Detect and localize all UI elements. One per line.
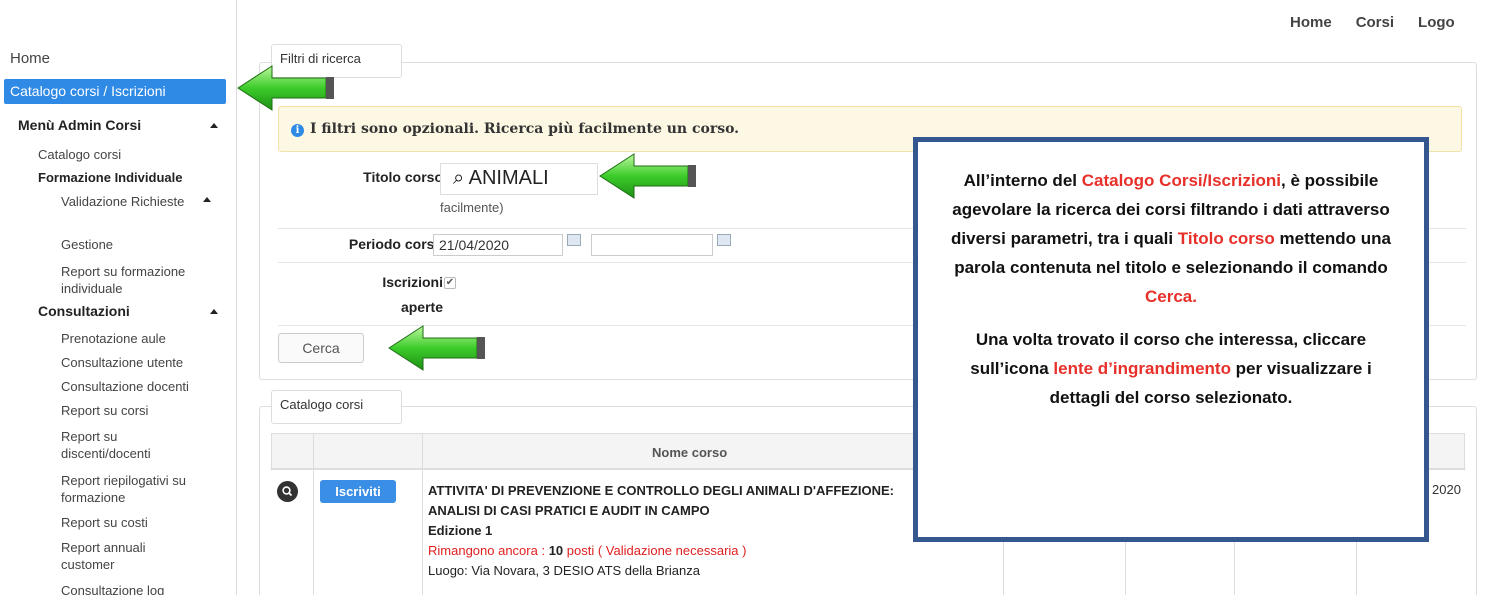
periodo-from-input[interactable]: 21/04/2020 <box>433 234 563 256</box>
sidebar-item-prenotazione[interactable]: Prenotazione aule <box>61 330 166 347</box>
sidebar-item-report-discenti[interactable]: Report su discenti/docenti <box>61 428 191 462</box>
callout-highlight: Catalogo Corsi/Iscrizioni <box>1081 171 1282 190</box>
nav-logout-link[interactable]: Logo <box>1418 14 1455 31</box>
callout-highlight: lente d’ingrandimento <box>1053 359 1231 378</box>
iscriviti-button[interactable]: Iscriviti <box>320 480 396 503</box>
sidebar-sub-consultazioni[interactable]: Consultazioni <box>38 303 218 319</box>
caret-up-icon <box>210 123 218 128</box>
caret-up-icon <box>210 309 218 314</box>
magnifier-icon[interactable] <box>277 481 298 502</box>
calendar-icon[interactable] <box>567 234 581 246</box>
caret-up-icon <box>203 197 211 202</box>
nav-corsi-link[interactable]: Corsi <box>1356 14 1394 31</box>
titolo-input[interactable]: ⌕ ANIMALI <box>440 163 598 195</box>
table-column-divider <box>313 433 314 595</box>
seats-count: 10 <box>548 543 564 558</box>
nav-home-link[interactable]: Home <box>1290 14 1332 31</box>
sidebar-item-consultazione-utente[interactable]: Consultazione utente <box>61 354 183 371</box>
iscrizioni-checkbox[interactable]: ✔ <box>444 277 456 289</box>
course-seats: Rimangono ancora : 10 posti ( Validazion… <box>428 541 908 561</box>
sidebar-item-home[interactable]: Home <box>10 50 50 67</box>
sidebar-item-report-formazione[interactable]: Report su formazione individuale <box>61 263 221 297</box>
course-edition: Edizione 1 <box>428 523 493 538</box>
sidebar-item-gestione[interactable]: Gestione <box>61 236 113 253</box>
callout-paragraph-1: All’interno del Catalogo Corsi/Iscrizion… <box>938 166 1404 311</box>
green-arrow-icon <box>599 153 696 199</box>
column-header-nome-corso[interactable]: Nome corso <box>652 445 727 460</box>
sidebar: Home Catalogo corsi / Iscrizioni Menù Ad… <box>0 0 237 595</box>
sidebar-group-label: Menù Admin Corsi <box>18 117 142 133</box>
sidebar-item-report-costi[interactable]: Report su costi <box>61 514 148 531</box>
sidebar-group-admin[interactable]: Menù Admin Corsi <box>18 117 218 133</box>
table-column-divider <box>422 433 423 595</box>
sidebar-item-consultazione-docenti[interactable]: Consultazione docenti <box>61 378 189 395</box>
sidebar-sub-label: Consultazioni <box>38 303 130 319</box>
alert-text: I filtri sono opzionali. Ricerca più fac… <box>310 121 740 137</box>
sidebar-item-consultazione-log[interactable]: Consultazione log <box>61 582 164 595</box>
callout-highlight: Cerca. <box>1145 287 1197 306</box>
sidebar-sub-formazione-individuale[interactable]: Formazione Individuale <box>38 170 218 185</box>
iscrizioni-label-line1: Iscrizioni <box>382 274 443 290</box>
callout-highlight: Titolo corso <box>1177 229 1275 248</box>
top-nav: Home Corsi Logo <box>1290 14 1455 31</box>
info-icon: i <box>291 124 304 137</box>
seats-suffix: posti ( Validazione necessaria ) <box>563 543 747 558</box>
calendar-icon[interactable] <box>717 234 731 246</box>
iscrizioni-label-line2: aperte <box>400 299 443 315</box>
periodo-to-input[interactable] <box>591 234 713 256</box>
sidebar-item-label: Validazione Richieste <box>61 194 185 209</box>
course-location: Luogo: Via Novara, 3 DESIO ATS della Bri… <box>428 563 700 578</box>
sidebar-item-report-annuali[interactable]: Report annuali customer <box>61 539 191 573</box>
callout-paragraph-2: Una volta trovato il corso che interessa… <box>938 325 1404 412</box>
instruction-callout: All’interno del Catalogo Corsi/Iscrizion… <box>913 137 1429 542</box>
sidebar-sub-label: Formazione Individuale <box>38 170 183 185</box>
green-arrow-icon <box>388 325 485 371</box>
titolo-label: Titolo corso <box>363 169 443 185</box>
sidebar-item-catalogo-corsi[interactable]: Catalogo corsi <box>38 146 121 163</box>
sidebar-item-report-corsi[interactable]: Report su corsi <box>61 402 148 419</box>
sidebar-item-report-riepilogativi[interactable]: Report riepilogativi su formazione <box>61 472 221 506</box>
course-date-fragment: 2020 <box>1432 482 1461 497</box>
sidebar-item-validazione[interactable]: Validazione Richieste <box>61 193 211 210</box>
callout-text: All’interno del <box>963 171 1082 190</box>
green-arrow-icon <box>237 65 334 111</box>
sidebar-item-catalogo-iscrizioni[interactable]: Catalogo corsi / Iscrizioni <box>4 79 226 104</box>
catalog-legend: Catalogo corsi <box>271 390 402 424</box>
course-name: ATTIVITA' DI PREVENZIONE E CONTROLLO DEG… <box>428 483 894 518</box>
cerca-button[interactable]: Cerca <box>278 333 364 363</box>
titolo-hint: facilmente) <box>440 200 504 215</box>
periodo-label: Periodo corso <box>348 236 443 252</box>
table-row: ATTIVITA' DI PREVENZIONE E CONTROLLO DEG… <box>428 481 908 581</box>
seats-prefix: Rimangono ancora : <box>428 543 549 558</box>
